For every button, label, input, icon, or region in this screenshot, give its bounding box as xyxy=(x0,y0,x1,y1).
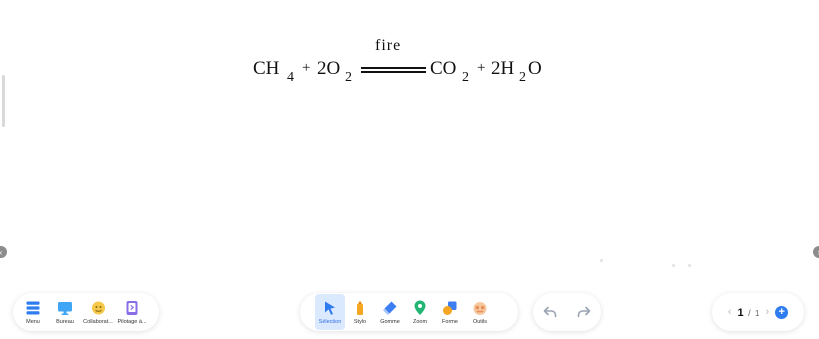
collaboration-icon xyxy=(92,301,105,314)
redo-icon xyxy=(577,306,591,318)
right-panel-handle[interactable]: › xyxy=(813,246,819,258)
product-water-h: 2H xyxy=(491,58,515,79)
tools-toolbar: Sélection Stylo Gomme Zoom Forme Outils xyxy=(300,293,518,331)
shape-tool[interactable]: Forme xyxy=(435,294,465,330)
tools-icon xyxy=(473,301,487,315)
left-toolbar: Menu Bureau Collaborat... Pilotage à... xyxy=(13,293,159,331)
plus-sign: + xyxy=(302,60,311,76)
undo-icon xyxy=(543,306,557,318)
desktop-label: Bureau xyxy=(56,318,74,325)
shape-label: Forme xyxy=(442,318,458,325)
desktop-icon xyxy=(58,301,72,315)
remote-control-button[interactable]: Pilotage à... xyxy=(115,294,149,330)
page-indicator: 1 / 1 xyxy=(738,303,760,321)
redo-button[interactable] xyxy=(573,301,595,323)
menu-icon xyxy=(26,301,40,314)
selection-label: Sélection xyxy=(318,318,342,325)
shapes-icon xyxy=(443,301,457,315)
remote-control-label: Pilotage à... xyxy=(117,318,147,325)
undo-button[interactable] xyxy=(539,301,561,323)
menu-label: Menu xyxy=(26,318,40,325)
menu-button[interactable]: Menu xyxy=(17,294,49,330)
location-pin-icon xyxy=(414,300,426,315)
product-water-o: O xyxy=(528,58,542,79)
desktop-button[interactable]: Bureau xyxy=(49,294,81,330)
remote-control-icon xyxy=(126,300,138,315)
page-separator: / xyxy=(748,308,751,318)
reactant-methane: CH xyxy=(253,58,280,79)
page-navigator: ‹ 1 / 1 › + xyxy=(712,293,804,331)
total-pages: 1 xyxy=(755,309,760,318)
product-water-subscript: 2 xyxy=(519,70,526,85)
pen-label: Stylo xyxy=(353,318,367,325)
collaboration-label: Collaborat... xyxy=(83,318,113,325)
history-toolbar xyxy=(533,293,601,331)
next-page-icon[interactable]: › xyxy=(766,306,770,318)
selection-tool[interactable]: Sélection xyxy=(315,294,345,330)
vertical-scrollbar[interactable] xyxy=(2,75,5,127)
collaboration-button[interactable]: Collaborat... xyxy=(81,294,115,330)
equals-line-top xyxy=(361,67,426,69)
tools-menu[interactable]: Outils xyxy=(465,294,495,330)
zoom-label: Zoom xyxy=(412,318,428,325)
eraser-tool[interactable]: Gomme xyxy=(375,294,405,330)
chemical-equation[interactable]: CH 4 + 2O 2 fire CO 2 + 2H 2 O xyxy=(253,36,563,96)
product-carbon-dioxide: CO xyxy=(430,58,457,79)
equals-line-bottom xyxy=(361,71,426,73)
reactant-oxygen-subscript: 2 xyxy=(345,70,352,85)
pen-tool[interactable]: Stylo xyxy=(345,294,375,330)
cursor-icon xyxy=(325,301,335,315)
eraser-label: Gomme xyxy=(380,318,400,325)
plus-sign: + xyxy=(477,60,486,76)
reactant-oxygen: 2O xyxy=(317,58,341,79)
previous-page-icon[interactable]: ‹ xyxy=(728,306,732,318)
pen-icon xyxy=(357,300,363,315)
canvas-artifact xyxy=(600,259,603,262)
canvas-artifact xyxy=(672,264,675,267)
current-page: 1 xyxy=(737,307,744,319)
zoom-tool[interactable]: Zoom xyxy=(405,294,435,330)
reaction-condition: fire xyxy=(375,37,402,54)
tools-label: Outils xyxy=(472,318,488,325)
eraser-icon xyxy=(383,301,397,315)
reactant-methane-subscript: 4 xyxy=(287,70,294,85)
canvas-artifact xyxy=(688,264,691,267)
add-page-button[interactable]: + xyxy=(775,305,789,319)
product-carbon-dioxide-subscript: 2 xyxy=(462,70,469,85)
